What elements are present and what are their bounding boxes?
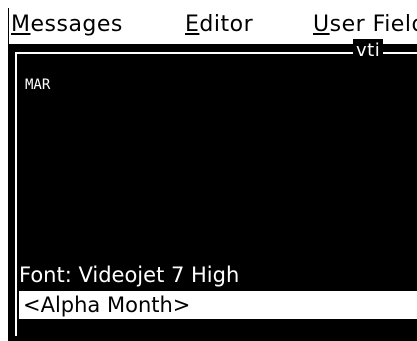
field-code: MAR [25, 77, 51, 93]
menu-messages-hotkey: M [11, 12, 31, 37]
menu-editor[interactable]: Editor [185, 11, 253, 39]
printer-display: Messages Editor User Field vti MAR Font:… [8, 8, 417, 341]
menu-user-field-label: ser Field [329, 12, 417, 37]
font-info: Font: Videojet 7 High [19, 263, 240, 287]
menu-user-field[interactable]: User Field [313, 11, 417, 39]
menu-user-field-hotkey: U [313, 12, 330, 37]
menu-editor-label: ditor [199, 12, 254, 37]
frame-title: vti [353, 39, 384, 63]
menu-messages[interactable]: Messages [11, 11, 123, 39]
message-frame: vti MAR Font: Videojet 7 High <Alpha Mon… [15, 39, 417, 336]
selected-field-item[interactable]: <Alpha Month> [19, 291, 417, 319]
menu-messages-label: essages [30, 12, 123, 37]
menu-editor-hotkey: E [185, 12, 200, 37]
